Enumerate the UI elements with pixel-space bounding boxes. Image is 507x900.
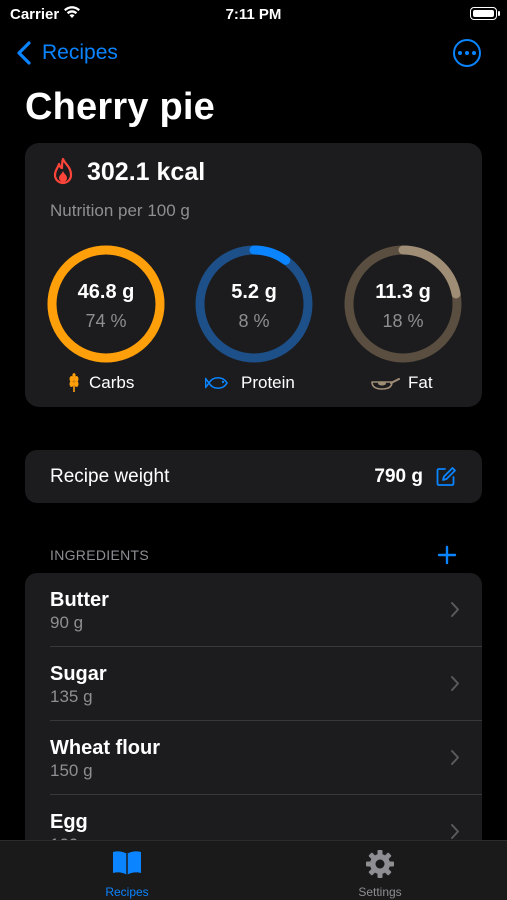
- ingredients-list: Butter 90 g Sugar 135 g Wheat flour 150 …: [25, 573, 482, 853]
- carbs-label-row: Carbs: [67, 371, 134, 395]
- ingredients-header: INGREDIENTS: [50, 547, 149, 563]
- nutrition-card: 302.1 kcal Nutrition per 100 g 46.8 g 74…: [25, 143, 482, 407]
- fat-percent: 18 %: [382, 311, 424, 331]
- add-ingredient-button[interactable]: [436, 544, 458, 566]
- protein-amount: 5.2 g: [231, 281, 277, 303]
- tab-bar: Recipes Settings: [0, 840, 507, 900]
- edit-icon[interactable]: [435, 466, 457, 488]
- chevron-left-icon: [17, 41, 31, 65]
- protein-label-row: Protein: [205, 371, 295, 395]
- wheat-icon: [69, 373, 79, 392]
- more-options-button[interactable]: [453, 39, 481, 67]
- ingredient-row[interactable]: Wheat flour 150 g: [25, 721, 482, 795]
- ingredient-name: Butter: [50, 589, 109, 611]
- ingredient-name: Wheat flour: [50, 737, 160, 759]
- page-title: Cherry pie: [25, 86, 215, 128]
- ingredient-qty: 90 g: [50, 613, 84, 632]
- battery-icon: [470, 7, 500, 20]
- ellipsis-circle-icon: [458, 51, 462, 55]
- calories-value: 302.1 kcal: [87, 157, 206, 186]
- ingredient-row[interactable]: Butter 90 g: [25, 573, 482, 647]
- recipe-weight-label: Recipe weight: [50, 466, 170, 487]
- ingredient-qty: 150 g: [50, 761, 93, 780]
- flame-icon: [53, 157, 73, 185]
- status-bar: Carrier 7:11 PM: [0, 0, 507, 30]
- ingredient-row[interactable]: Sugar 135 g: [25, 647, 482, 721]
- chevron-right-icon: [451, 824, 459, 839]
- fat-label-row: Fat: [370, 371, 433, 395]
- nutrition-per-label: Nutrition per 100 g: [50, 201, 190, 220]
- chevron-right-icon: [451, 602, 459, 617]
- tab-settings[interactable]: Settings: [320, 841, 440, 900]
- back-button-label: Recipes: [42, 41, 118, 64]
- gear-icon: [366, 850, 394, 878]
- fish-icon: [205, 376, 228, 390]
- clock: 7:11 PM: [225, 6, 282, 23]
- fat-label: Fat: [408, 373, 433, 392]
- ingredient-name: Sugar: [50, 663, 107, 685]
- carbs-ring: 46.8 g 74 %: [45, 243, 167, 365]
- fat-amount: 11.3 g: [375, 281, 431, 303]
- carbs-percent: 74 %: [85, 311, 127, 331]
- ingredient-qty: 135 g: [50, 687, 93, 706]
- chevron-right-icon: [451, 750, 459, 765]
- protein-percent: 8 %: [238, 311, 270, 331]
- protein-ring: 5.2 g 8 %: [193, 243, 315, 365]
- tab-recipes-label: Recipes: [105, 885, 149, 899]
- carbs-amount: 46.8 g: [77, 281, 135, 303]
- recipe-weight-row[interactable]: Recipe weight 790 g: [25, 450, 482, 503]
- protein-label: Protein: [241, 373, 295, 392]
- recipe-weight-value: 790 g: [374, 466, 423, 487]
- book-icon: [113, 851, 141, 875]
- tab-recipes[interactable]: Recipes: [67, 841, 187, 900]
- tab-settings-label: Settings: [358, 885, 402, 899]
- back-button[interactable]: Recipes: [14, 36, 118, 70]
- chevron-right-icon: [451, 676, 459, 691]
- fat-ring: 11.3 g 18 %: [342, 243, 464, 365]
- frying-pan-icon: [371, 378, 400, 390]
- ingredient-name: Egg: [50, 811, 88, 833]
- carbs-label: Carbs: [89, 373, 135, 392]
